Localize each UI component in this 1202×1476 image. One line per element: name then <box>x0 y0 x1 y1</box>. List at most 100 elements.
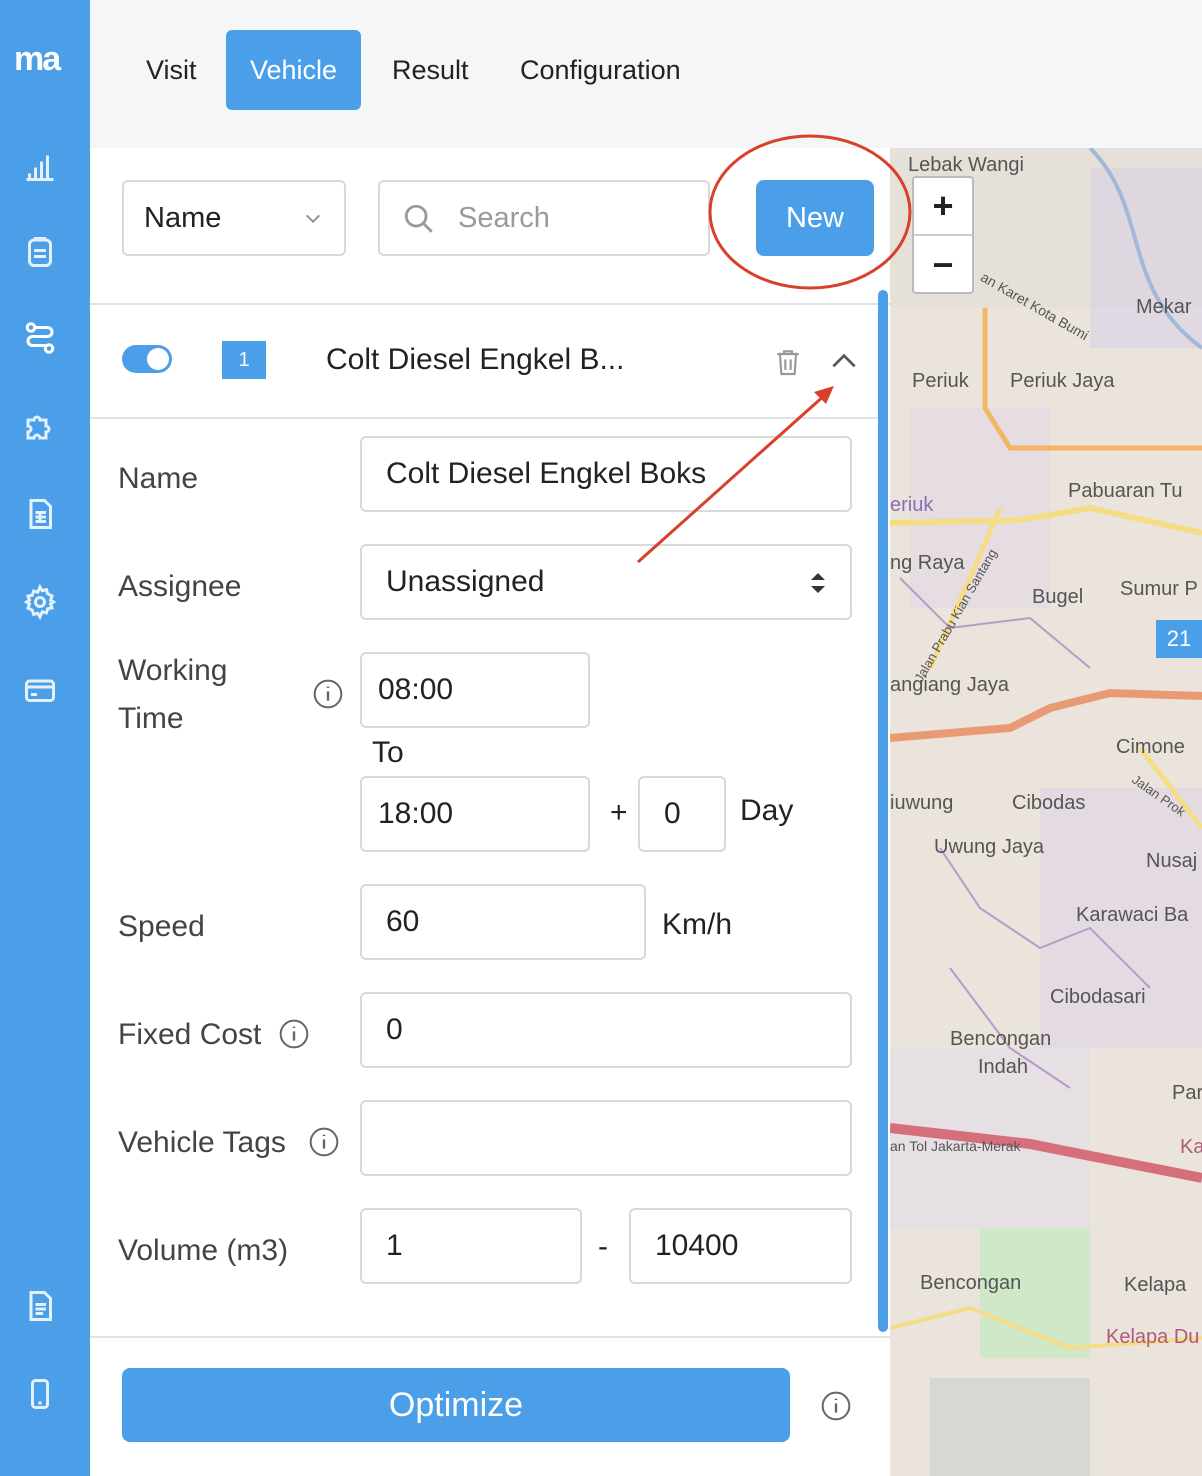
map-label: Pabuaran Tu <box>1068 480 1183 502</box>
document-icon <box>29 1291 52 1321</box>
map-label: Nusaj <box>1146 850 1198 872</box>
info-icon[interactable] <box>312 678 344 710</box>
volume-separator: - <box>598 1230 608 1263</box>
sidebar-item-routes[interactable] <box>20 318 60 358</box>
start-time-input[interactable] <box>378 673 588 707</box>
map-label: ng Raya <box>890 552 965 574</box>
vehicle-tags-field[interactable] <box>360 1100 852 1176</box>
vehicle-index-badge: 1 <box>222 341 266 379</box>
search-box[interactable] <box>378 180 710 256</box>
map-zoom-control: + − <box>912 176 974 294</box>
tab-visit[interactable]: Visit <box>146 30 197 110</box>
puzzle-icon <box>26 415 51 440</box>
volume-min-field[interactable] <box>360 1208 582 1284</box>
map-label: angiang Jaya <box>890 674 1009 696</box>
info-icon[interactable] <box>278 1018 310 1050</box>
map-view[interactable]: + − Lebak Wangi Mekar Periuk Periuk Jaya… <box>890 148 1202 1476</box>
map-label: Indah <box>978 1056 1029 1078</box>
map-label: Par <box>1172 1082 1202 1104</box>
map-label: Cimone <box>1116 736 1185 758</box>
vehicle-tags-label: Vehicle Tags <box>118 1126 286 1159</box>
fixed-cost-field[interactable] <box>360 992 852 1068</box>
map-label: Cibodasari <box>1050 986 1146 1008</box>
sheet-icon <box>29 499 52 529</box>
new-vehicle-button[interactable]: New <box>756 180 874 256</box>
end-time-field[interactable] <box>360 776 590 852</box>
vehicle-enabled-toggle[interactable] <box>122 345 172 373</box>
map-label: Kelapa Du <box>1106 1326 1200 1348</box>
info-icon[interactable] <box>820 1390 852 1422</box>
name-input[interactable] <box>386 457 850 491</box>
search-icon <box>404 204 433 233</box>
day-label: Day <box>740 794 794 827</box>
sort-arrows-icon <box>811 573 825 593</box>
vehicle-tags-input[interactable] <box>386 1121 850 1155</box>
search-input[interactable] <box>458 201 688 235</box>
map-cluster-marker[interactable]: 21 <box>1156 620 1202 658</box>
start-time-field[interactable] <box>360 652 590 728</box>
sidebar-item-reports[interactable] <box>20 494 60 534</box>
speed-field[interactable] <box>360 884 646 960</box>
map-label: Bencongan <box>950 1028 1052 1050</box>
sidebar-item-integrations[interactable] <box>20 406 60 446</box>
day-offset-field[interactable] <box>638 776 726 852</box>
sidebar-item-docs[interactable] <box>20 1286 60 1326</box>
vehicle-title: Colt Diesel Engkel B... <box>326 343 625 376</box>
chevron-down-icon <box>306 214 320 223</box>
map-street-label: an Tol Jakarta-Merak <box>890 1138 1021 1154</box>
sidebar-item-settings[interactable] <box>20 582 60 622</box>
volume-label: Volume (m3) <box>118 1234 289 1267</box>
credit-card-icon <box>25 679 55 702</box>
optimize-button[interactable]: Optimize <box>122 1368 790 1442</box>
tab-configuration[interactable]: Configuration <box>520 30 681 110</box>
sidebar-item-orders[interactable] <box>20 232 60 272</box>
tab-bar: Visit Vehicle Result Configuration <box>90 0 1202 148</box>
vehicle-header-row[interactable]: 1 Colt Diesel Engkel B... <box>90 305 880 419</box>
bar-chart-icon <box>26 155 54 181</box>
speed-unit: Km/h <box>662 908 733 941</box>
volume-max-field[interactable] <box>629 1208 852 1284</box>
sidebar-item-billing[interactable] <box>20 670 60 710</box>
panel-scrollbar[interactable] <box>878 290 888 1332</box>
map-label: Periuk Jaya <box>1010 370 1115 392</box>
end-time-input[interactable] <box>378 797 588 831</box>
tab-result[interactable]: Result <box>392 30 469 110</box>
speed-input[interactable] <box>386 905 644 939</box>
map-label: Lebak Wangi <box>908 154 1024 176</box>
trash-icon[interactable] <box>772 345 804 379</box>
map-label: Bencongan <box>920 1272 1022 1294</box>
map-label: Karawaci Ba <box>1076 904 1189 926</box>
map-label: eriuk <box>890 494 934 516</box>
gear-icon <box>23 584 57 620</box>
day-offset-input[interactable] <box>664 797 724 831</box>
sort-select-value: Name <box>144 201 222 234</box>
to-label: To <box>372 736 404 769</box>
zoom-out-button[interactable]: − <box>914 236 972 294</box>
zoom-in-button[interactable]: + <box>914 178 972 236</box>
volume-max-input[interactable] <box>655 1229 850 1263</box>
sidebar-item-mobile[interactable] <box>20 1374 60 1414</box>
sidebar: ma <box>0 0 90 1476</box>
panel-toolbar: Name New <box>90 148 890 305</box>
assignee-label: Assignee <box>118 570 242 603</box>
working-time-label-line2: Time <box>118 702 184 735</box>
mobile-phone-icon <box>31 1379 49 1409</box>
assignee-select[interactable]: Unassigned <box>360 544 852 620</box>
map-label: Periuk <box>912 370 969 392</box>
name-field[interactable] <box>360 436 852 512</box>
name-label: Name <box>118 462 199 495</box>
volume-min-input[interactable] <box>386 1229 580 1263</box>
info-icon[interactable] <box>308 1126 340 1158</box>
sort-select[interactable]: Name <box>122 180 346 256</box>
chevron-up-icon[interactable] <box>828 345 860 377</box>
app-logo: ma <box>14 40 61 78</box>
map-label: Ka <box>1180 1136 1202 1158</box>
sidebar-item-dashboard[interactable] <box>20 146 60 186</box>
map-label: Mekar <box>1136 296 1192 318</box>
speed-label: Speed <box>118 910 205 943</box>
panel-footer: Optimize <box>90 1336 890 1476</box>
tab-vehicle[interactable]: Vehicle <box>226 30 362 110</box>
map-label: Cibodas <box>1012 792 1086 814</box>
fixed-cost-input[interactable] <box>386 1013 850 1047</box>
assignee-value: Unassigned <box>386 565 545 598</box>
